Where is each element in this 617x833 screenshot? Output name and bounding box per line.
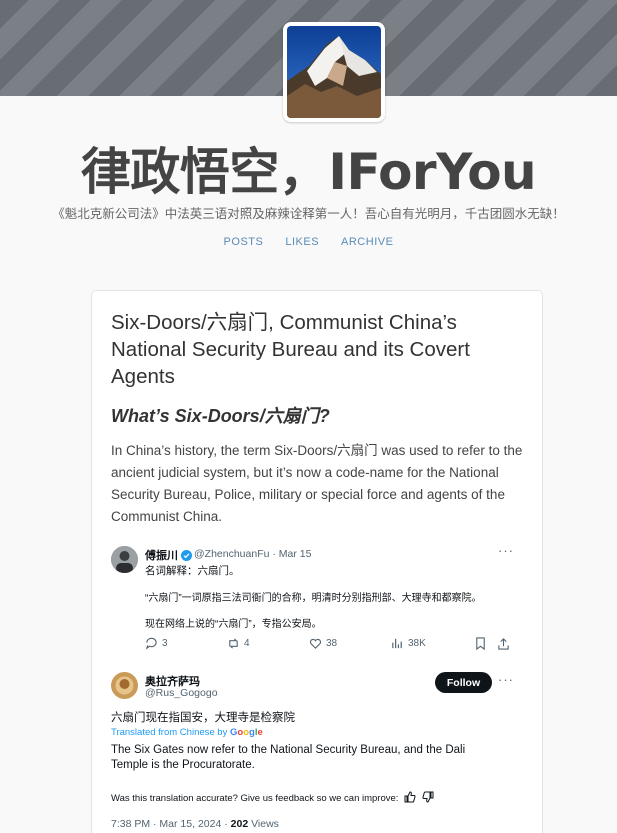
google-logo: Google: [229, 727, 263, 738]
site-description: 《魁北克新公司法》中法英三语对照及麻辣诠释第一人！吾心自有光明月，千古团圆水无缺…: [52, 207, 565, 221]
translated-text: The Six Gates now refer to the National …: [111, 744, 466, 771]
mountain-image: [287, 26, 381, 118]
tweet-embed: 傅振川 @ZhenchuanFu · Mar 15 ··· 名词解释：六扇门。 …: [101, 538, 521, 833]
post-title[interactable]: Six-Doors/六扇门, Communist China’s Nationa…: [111, 309, 526, 390]
tweet1-handle[interactable]: @ZhenchuanFu · Mar 15: [194, 548, 311, 560]
post-body: In China’s history, the term Six-Doors/六…: [111, 443, 523, 524]
blog-nav: POSTS LIKES ARCHIVE: [0, 236, 617, 248]
nav-likes-link[interactable]: LIKES: [285, 236, 319, 248]
translation-attribution[interactable]: Translated from Chinese by Google: [111, 727, 263, 738]
view-count: 202: [230, 818, 249, 830]
retweet-count: 4: [244, 638, 250, 649]
reply-button[interactable]: 3: [145, 637, 168, 650]
retweet-icon: [229, 638, 238, 649]
translated-by-label: Translated from Chinese by: [111, 727, 228, 738]
blog-avatar[interactable]: [283, 22, 385, 122]
tweet2-avatar[interactable]: [111, 672, 138, 699]
views-label: Views: [248, 818, 279, 830]
tweet-timestamp: 7:38 PM · Mar 15, 2024 ·: [111, 818, 231, 830]
tweet1-text-line: “六扇门”一词原指三法司衙门的合称，明清时分别指刑部、大理寺和都察院。: [145, 593, 482, 604]
feedback-label: Was this translation accurate? Give us f…: [111, 793, 399, 804]
site-title[interactable]: 律政悟空，IForYou: [0, 132, 617, 204]
bookmark-icon: [476, 637, 485, 650]
retweet-button[interactable]: 4: [227, 637, 250, 650]
heart-icon: [309, 638, 322, 649]
like-count: 38: [326, 638, 338, 649]
bookmark-button[interactable]: [474, 637, 487, 650]
view-count: 38K: [408, 638, 426, 649]
like-button[interactable]: 38: [309, 637, 337, 650]
follow-button[interactable]: Follow: [435, 672, 492, 693]
translation-feedback: Was this translation accurate? Give us f…: [111, 791, 434, 806]
tweet1-avatar[interactable]: [111, 546, 138, 573]
views-button[interactable]: 38K: [391, 637, 426, 650]
thumbs-up-icon[interactable]: [404, 791, 416, 806]
nav-posts-link[interactable]: POSTS: [224, 236, 264, 248]
share-button[interactable]: [497, 637, 510, 650]
thumbs-down-icon[interactable]: [422, 791, 434, 806]
reply-count: 3: [162, 638, 168, 649]
verified-icon: [181, 550, 193, 564]
share-icon: [498, 638, 509, 650]
tweet2-meta[interactable]: 7:38 PM · Mar 15, 2024 · 202 Views: [111, 818, 279, 830]
reply-icon: [145, 637, 157, 650]
tweet1-author-name[interactable]: 傅振川: [145, 547, 193, 564]
tweet1-text-line: 现在网络上说的“六扇门”，专指公安局。: [145, 619, 322, 630]
tweet1-text-line: 名词解释：六扇门。: [145, 565, 240, 577]
post-subheading: What’s Six-Doors/六扇门?: [111, 406, 330, 426]
tweet2-text: 六扇门现在指国安，大理寺是检察院: [111, 712, 295, 724]
views-icon: [392, 638, 402, 649]
more-options-icon[interactable]: ···: [498, 543, 514, 558]
tweet1-actions: 3 4 38 38K: [145, 637, 515, 653]
blog-post: Six-Doors/六扇门, Communist China’s Nationa…: [91, 290, 543, 833]
more-options-icon[interactable]: ···: [498, 672, 514, 687]
tweet2-handle[interactable]: @Rus_Gogogo: [145, 687, 218, 699]
nav-archive-link[interactable]: ARCHIVE: [341, 236, 393, 248]
